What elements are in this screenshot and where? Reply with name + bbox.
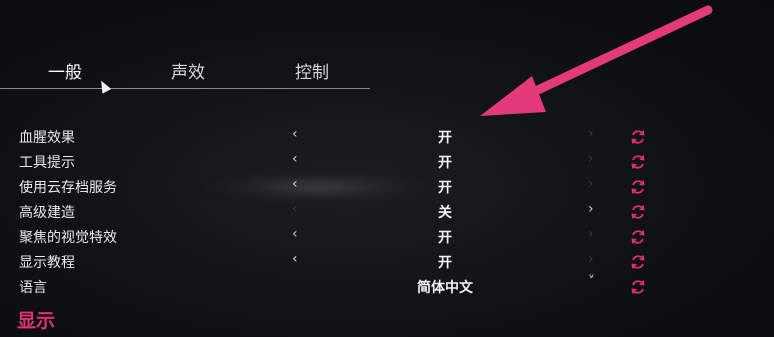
setting-label: 使用云存档服务: [19, 180, 117, 196]
settings-tabs: 一般 声效 控制: [0, 54, 370, 90]
previous-option-icon[interactable]: ‹: [292, 251, 298, 267]
setting-value: 关: [438, 205, 452, 221]
next-option-icon[interactable]: ›: [588, 151, 594, 167]
annotation-arrow-icon: [480, 5, 713, 116]
setting-label: 血腥效果: [19, 130, 75, 146]
next-option-icon[interactable]: ›: [588, 201, 594, 217]
section-title-display: 显示: [17, 310, 56, 332]
setting-value: 开: [438, 180, 452, 196]
setting-row-tooltips: 工具提示 ‹ 开 ›: [0, 150, 774, 174]
next-option-icon[interactable]: ›: [588, 226, 594, 242]
setting-value: 开: [438, 155, 452, 171]
previous-option-icon[interactable]: ‹: [292, 176, 298, 192]
setting-label: 高级建造: [19, 205, 75, 221]
setting-row-language: 语言 简体中文 ˅: [0, 274, 774, 299]
reset-icon[interactable]: [629, 253, 647, 271]
previous-option-icon[interactable]: ‹: [292, 151, 298, 167]
setting-label: 聚焦的视觉特效: [19, 230, 117, 246]
reset-icon[interactable]: [629, 153, 647, 171]
reset-icon[interactable]: [629, 278, 647, 296]
setting-row-show-tutorial: 显示教程 ‹ 开 ›: [0, 250, 774, 274]
setting-label: 显示教程: [19, 255, 75, 271]
chevron-down-icon[interactable]: ˅: [588, 274, 595, 290]
setting-row-cloud-save: 使用云存档服务 ‹ 开 ›: [0, 175, 774, 199]
tab-divider: [0, 88, 370, 89]
previous-option-icon[interactable]: ‹: [292, 126, 298, 142]
reset-icon[interactable]: [629, 178, 647, 196]
tab-general[interactable]: 一般: [48, 58, 82, 83]
setting-label: 语言: [19, 280, 47, 296]
previous-option-icon[interactable]: ‹: [292, 226, 298, 242]
previous-option-icon[interactable]: ‹: [292, 201, 298, 217]
language-dropdown[interactable]: 简体中文: [370, 277, 520, 297]
next-option-icon[interactable]: ›: [588, 176, 594, 192]
tab-controls[interactable]: 控制: [295, 58, 329, 83]
setting-value: 开: [438, 130, 452, 146]
setting-row-focus-visual-effects: 聚焦的视觉特效 ‹ 开 ›: [0, 225, 774, 249]
reset-icon[interactable]: [629, 228, 647, 246]
setting-row-advanced-building: 高级建造 ‹ 关 ›: [0, 200, 774, 224]
next-option-icon[interactable]: ›: [588, 251, 594, 267]
setting-value: 开: [438, 255, 452, 271]
reset-icon[interactable]: [629, 128, 647, 146]
reset-icon[interactable]: [629, 203, 647, 221]
setting-value: 开: [438, 230, 452, 246]
setting-label: 工具提示: [19, 155, 75, 171]
tab-sound[interactable]: 声效: [171, 58, 205, 83]
